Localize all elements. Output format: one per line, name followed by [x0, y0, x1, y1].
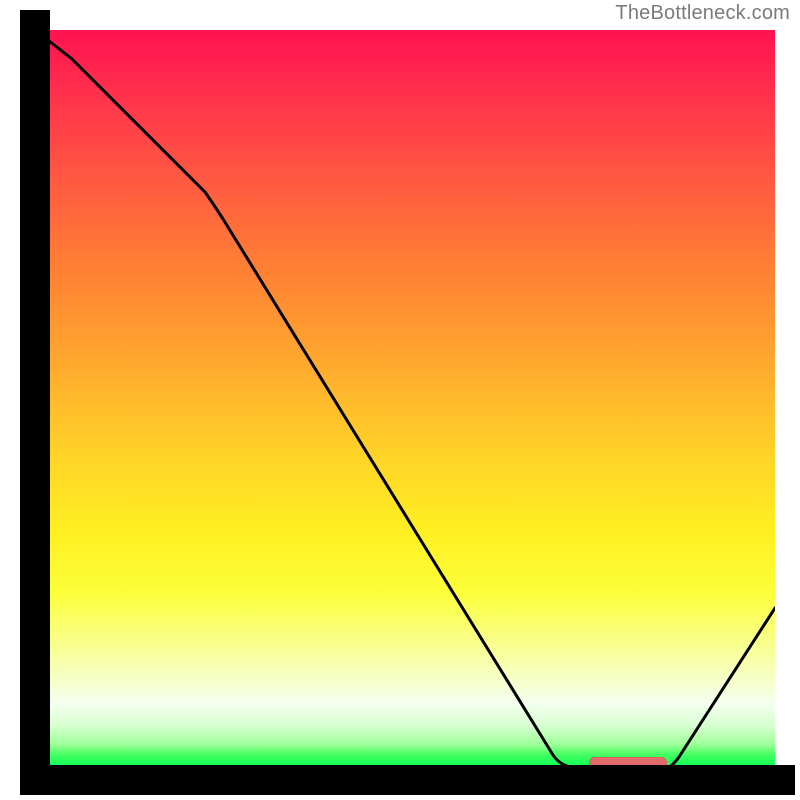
figure-root: TheBottleneck.com	[0, 0, 800, 800]
axes-frame	[5, 10, 795, 795]
plot-frame	[5, 10, 795, 795]
attribution-label: TheBottleneck.com	[615, 2, 790, 25]
